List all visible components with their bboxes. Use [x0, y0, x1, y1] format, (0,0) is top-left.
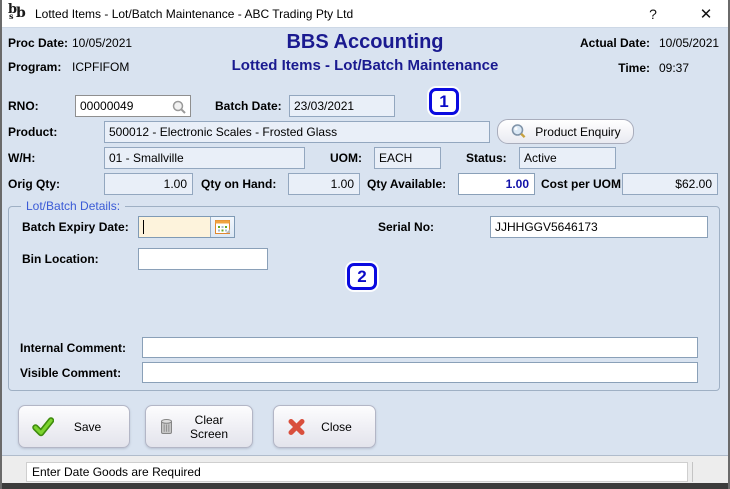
- serial-no-label: Serial No:: [378, 220, 435, 234]
- product-enquiry-label: Product Enquiry: [535, 124, 621, 139]
- rno-search-icon[interactable]: [171, 99, 187, 116]
- visible-comment-input[interactable]: [142, 362, 698, 383]
- visible-comment-label: Visible Comment:: [20, 366, 122, 380]
- product-enquiry-search-icon: [510, 123, 527, 140]
- close-button-label: Close: [321, 419, 352, 434]
- cost-per-uom-label: Cost per UOM:: [541, 177, 625, 191]
- application-window: { "window": { "title": "Lotted Items - L…: [0, 0, 730, 489]
- rno-input[interactable]: 00000049: [75, 95, 191, 117]
- lot-batch-details-title: Lot/Batch Details:: [21, 199, 126, 213]
- internal-comment-input[interactable]: [142, 337, 698, 358]
- time-label: Time:: [618, 61, 650, 75]
- annotation-marker-2: 2: [347, 263, 377, 290]
- clear-screen-button-label: Clear Screen: [189, 412, 229, 441]
- window-bottom-edge: [0, 483, 730, 489]
- batch-expiry-date-control: [138, 216, 235, 238]
- clear-screen-eraser-icon: [159, 418, 174, 436]
- qty-on-hand-label: Qty on Hand:: [201, 177, 277, 191]
- product-field: 500012 - Electronic Scales - Frosted Gla…: [104, 121, 490, 143]
- status-message: Enter Date Goods are Required: [26, 462, 688, 482]
- text-caret: [143, 220, 144, 234]
- product-enquiry-button[interactable]: Product Enquiry: [497, 119, 634, 144]
- bin-location-label: Bin Location:: [22, 252, 99, 266]
- batch-expiry-date-label: Batch Expiry Date:: [22, 220, 129, 234]
- status-bar-divider: [692, 462, 693, 482]
- orig-qty-field: 1.00: [104, 173, 193, 195]
- rno-label: RNO:: [8, 99, 39, 113]
- status-label: Status:: [466, 151, 507, 165]
- status-field: Active: [519, 147, 616, 169]
- window-title: Lotted Items - Lot/Batch Maintenance - A…: [35, 6, 354, 21]
- calendar-button[interactable]: [210, 217, 234, 237]
- title-bar: bsb Lotted Items - Lot/Batch Maintenance…: [0, 0, 730, 28]
- app-icon: bsb: [8, 1, 26, 21]
- serial-no-input[interactable]: [490, 216, 708, 238]
- cost-per-uom-field: $62.00: [622, 173, 718, 195]
- uom-field: EACH: [374, 147, 441, 169]
- close-window-button[interactable]: ✕: [684, 0, 728, 27]
- wh-field: 01 - Smallville: [104, 147, 305, 169]
- actual-date-label: Actual Date:: [579, 36, 650, 50]
- actual-date-value: 10/05/2021: [659, 36, 720, 50]
- qty-available-field: 1.00: [458, 173, 535, 195]
- save-button[interactable]: Save: [18, 405, 130, 448]
- help-button[interactable]: ?: [632, 0, 674, 27]
- qty-available-label: Qty Available:: [367, 177, 447, 191]
- batch-expiry-date-input[interactable]: [139, 217, 210, 237]
- internal-comment-label: Internal Comment:: [20, 341, 127, 355]
- bin-location-input[interactable]: [138, 248, 268, 270]
- clear-screen-button[interactable]: Clear Screen: [145, 405, 253, 448]
- save-button-label: Save: [73, 419, 102, 434]
- time-value: 09:37: [659, 61, 690, 75]
- window-left-border: [0, 0, 2, 489]
- save-check-icon: [32, 416, 54, 437]
- close-x-icon: [287, 418, 306, 436]
- batch-date-label: Batch Date:: [215, 99, 282, 113]
- qty-on-hand-field: 1.00: [288, 173, 360, 195]
- batch-date-field: 23/03/2021: [289, 95, 395, 117]
- rno-value: 00000049: [80, 99, 134, 113]
- calendar-icon: [214, 219, 230, 234]
- uom-label: UOM:: [330, 151, 362, 165]
- wh-label: W/H:: [8, 151, 36, 165]
- status-bar: Enter Date Goods are Required: [0, 455, 730, 483]
- close-button[interactable]: Close: [273, 405, 376, 448]
- product-label: Product:: [8, 125, 58, 139]
- orig-qty-label: Orig Qty:: [8, 177, 61, 191]
- annotation-marker-1: 1: [429, 88, 459, 115]
